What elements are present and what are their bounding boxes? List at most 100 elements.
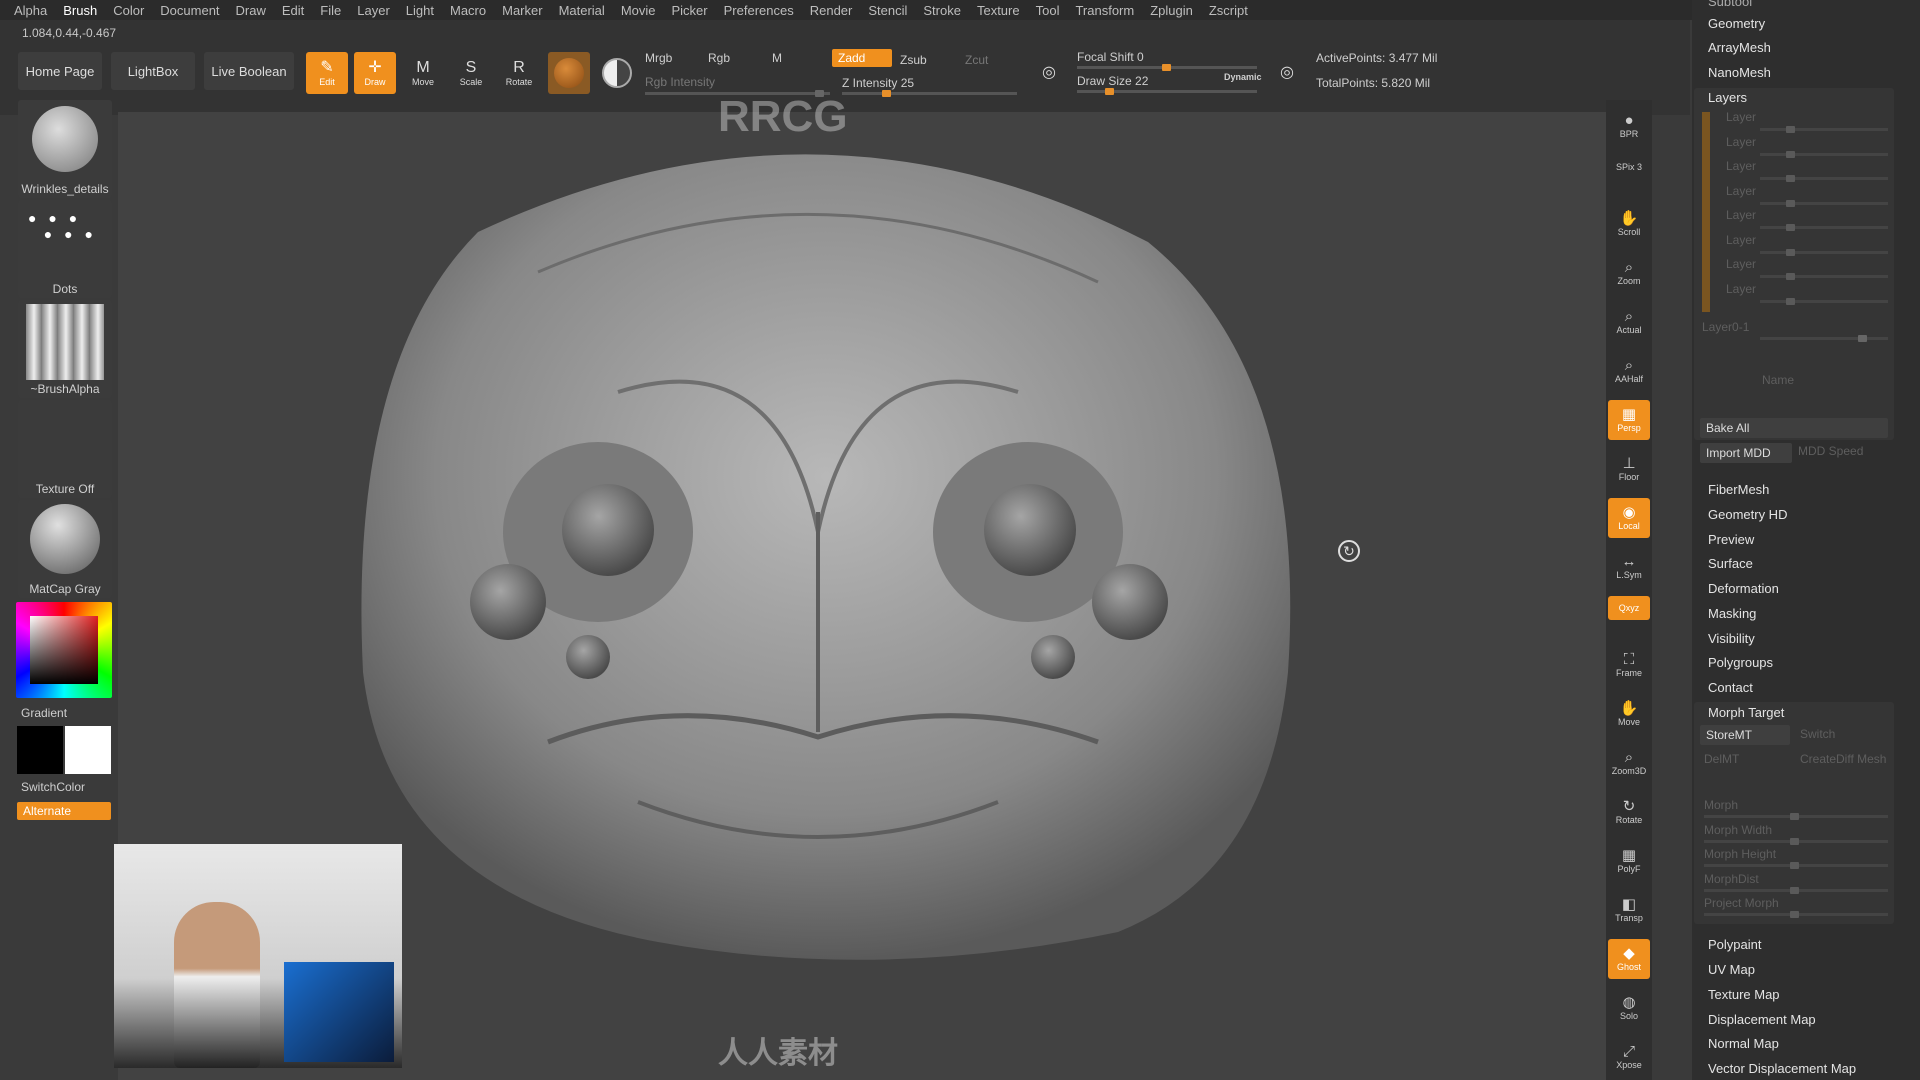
- layer-slider[interactable]: [1760, 273, 1888, 280]
- vector-displacement-map-menu[interactable]: Vector Displacement Map: [1708, 1061, 1856, 1076]
- channel-toggle-button[interactable]: [596, 52, 638, 94]
- menu-stencil[interactable]: Stencil: [868, 3, 907, 18]
- menu-light[interactable]: Light: [406, 3, 434, 18]
- displacement-map-menu[interactable]: Displacement Map: [1708, 1012, 1816, 1027]
- bpr-button[interactable]: ● BPR: [1608, 106, 1650, 146]
- layer-row[interactable]: Layer: [1726, 159, 1756, 173]
- layer-slider-knob[interactable]: [1786, 248, 1795, 256]
- draw-size-slider[interactable]: [1077, 88, 1257, 95]
- layers-menu[interactable]: Layers: [1708, 90, 1747, 105]
- rotate-button[interactable]: ↻ Rotate: [1608, 792, 1650, 832]
- fibermesh-menu[interactable]: FiberMesh: [1708, 482, 1769, 497]
- menu-zscript[interactable]: Zscript: [1209, 3, 1248, 18]
- storemt-button[interactable]: StoreMT: [1700, 725, 1790, 745]
- edit-button[interactable]: ✎ Edit: [306, 52, 348, 94]
- layers-scrollbar[interactable]: [1702, 112, 1710, 312]
- morph-slider-knob[interactable]: [1790, 813, 1799, 820]
- local-button[interactable]: ◉ Local: [1608, 498, 1650, 538]
- ghost-button[interactable]: ◆ Ghost: [1608, 939, 1650, 979]
- layer-slider[interactable]: [1760, 150, 1888, 158]
- zsub-toggle[interactable]: Zsub: [900, 53, 927, 67]
- menu-file[interactable]: File: [320, 3, 341, 18]
- layer-slider[interactable]: [1760, 126, 1888, 133]
- m-toggle[interactable]: M: [772, 51, 782, 65]
- texture-thumbnail[interactable]: Texture Off: [18, 400, 112, 498]
- zoom-button[interactable]: ⌕ Zoom: [1608, 253, 1650, 293]
- menu-macro[interactable]: Macro: [450, 3, 486, 18]
- menu-movie[interactable]: Movie: [621, 3, 656, 18]
- layer-row[interactable]: Layer: [1726, 233, 1756, 247]
- secondary-color-swatch[interactable]: [65, 726, 111, 774]
- create-diff-mesh-button[interactable]: CreateDiff Mesh: [1800, 752, 1886, 766]
- material-sphere-button[interactable]: [548, 52, 590, 94]
- layer-name-button[interactable]: Name: [1762, 373, 1794, 387]
- menu-stroke[interactable]: Stroke: [923, 3, 961, 18]
- z-intensity-slider[interactable]: [842, 90, 1017, 97]
- morph-slider-knob[interactable]: [1790, 911, 1799, 918]
- home-page-button[interactable]: Home Page: [18, 52, 102, 90]
- menu-edit[interactable]: Edit: [282, 3, 304, 18]
- layer-slider-knob[interactable]: [1786, 150, 1795, 158]
- draw-button[interactable]: ✛ Draw: [354, 52, 396, 94]
- rgb-toggle[interactable]: Rgb: [708, 51, 730, 65]
- arraymesh-menu[interactable]: ArrayMesh: [1708, 40, 1771, 55]
- solo-button[interactable]: ◍ Solo: [1608, 988, 1650, 1028]
- delmt-button[interactable]: DelMT: [1704, 752, 1739, 766]
- masking-menu[interactable]: Masking: [1708, 606, 1756, 621]
- menu-material[interactable]: Material: [559, 3, 605, 18]
- layer01-slider[interactable]: [1760, 335, 1888, 342]
- import-mdd-button[interactable]: Import MDD: [1700, 443, 1792, 463]
- nanomesh-menu[interactable]: NanoMesh: [1708, 65, 1771, 80]
- switch-color-button[interactable]: SwitchColor: [21, 780, 85, 794]
- layer-slider-knob[interactable]: [1786, 297, 1795, 305]
- frame-button[interactable]: ⛶ Frame: [1608, 645, 1650, 685]
- menu-draw[interactable]: Draw: [236, 3, 266, 18]
- bake-all-button[interactable]: Bake All: [1700, 418, 1888, 438]
- normal-map-menu[interactable]: Normal Map: [1708, 1036, 1779, 1051]
- menu-zplugin[interactable]: Zplugin: [1150, 3, 1193, 18]
- live-boolean-button[interactable]: Live Boolean: [204, 52, 294, 90]
- subtool-menu[interactable]: Subtool: [1708, 0, 1752, 9]
- layer-slider-knob[interactable]: [1786, 224, 1795, 231]
- morph-slider[interactable]: [1704, 911, 1888, 918]
- layer-row[interactable]: Layer: [1726, 184, 1756, 198]
- layer-slider[interactable]: [1760, 175, 1888, 182]
- menu-preferences[interactable]: Preferences: [724, 3, 794, 18]
- move-button[interactable]: ✋ Move: [1608, 694, 1650, 734]
- menu-alpha[interactable]: Alpha: [14, 3, 47, 18]
- polypaint-menu[interactable]: Polypaint: [1708, 937, 1761, 952]
- alternate-toggle[interactable]: Alternate: [17, 802, 111, 820]
- menu-picker[interactable]: Picker: [672, 3, 708, 18]
- visibility-menu[interactable]: Visibility: [1708, 631, 1755, 646]
- morph-slider[interactable]: [1704, 862, 1888, 869]
- deformation-menu[interactable]: Deformation: [1708, 581, 1779, 596]
- geometry-hd-menu[interactable]: Geometry HD: [1708, 507, 1787, 522]
- primary-color-swatch[interactable]: [17, 726, 63, 774]
- contact-menu[interactable]: Contact: [1708, 680, 1753, 695]
- color-saturation-square[interactable]: [30, 616, 98, 684]
- layer-slider[interactable]: [1760, 248, 1888, 256]
- preview-menu[interactable]: Preview: [1708, 532, 1754, 547]
- menu-render[interactable]: Render: [810, 3, 853, 18]
- polyf-button[interactable]: ▦ PolyF: [1608, 841, 1650, 881]
- geometry-menu[interactable]: Geometry: [1708, 16, 1765, 31]
- rotate-button[interactable]: R Rotate: [498, 52, 540, 94]
- menu-transform[interactable]: Transform: [1075, 3, 1134, 18]
- xyz-button[interactable]: Qxyz: [1608, 596, 1650, 620]
- xpose-button[interactable]: ⤢ Xpose: [1608, 1037, 1650, 1077]
- persp-button[interactable]: ▦ Persp: [1608, 400, 1650, 440]
- color-picker[interactable]: [16, 602, 112, 698]
- morph-slider-knob[interactable]: [1790, 886, 1799, 894]
- layer-row[interactable]: Layer: [1726, 110, 1756, 124]
- morph-slider[interactable]: [1704, 813, 1888, 820]
- z-intensity-knob[interactable]: [881, 90, 891, 97]
- canvas-viewport[interactable]: ↻ RRCG 人人素材: [114, 92, 1606, 1080]
- dynamic-toggle[interactable]: Dynamic: [1224, 72, 1262, 82]
- dynamic-target-button[interactable]: ◎: [1266, 52, 1308, 94]
- uv-map-menu[interactable]: UV Map: [1708, 962, 1755, 977]
- layer-row[interactable]: Layer: [1726, 282, 1756, 296]
- alpha-thumbnail[interactable]: ~BrushAlpha: [18, 300, 112, 398]
- stroke-thumbnail[interactable]: ● ● ● ● ● ● Dots: [18, 200, 112, 298]
- menu-document[interactable]: Document: [160, 3, 219, 18]
- aahalf-button[interactable]: ⌕ AAHalf: [1608, 351, 1650, 391]
